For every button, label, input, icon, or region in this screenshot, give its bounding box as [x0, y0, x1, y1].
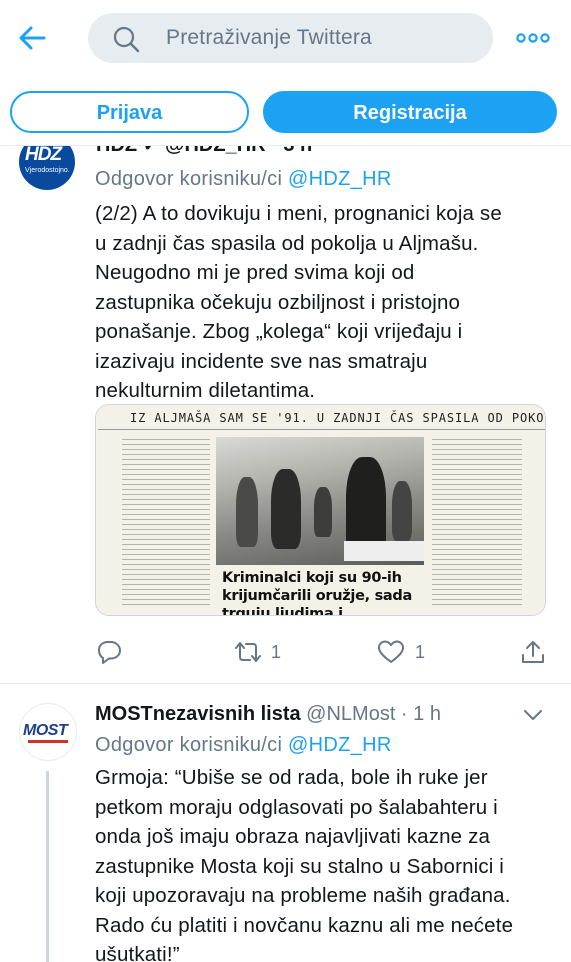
avatar-tagline: Vjerodostojno. [25, 167, 70, 174]
share-icon [522, 641, 544, 663]
avatar-stripe [28, 740, 68, 743]
tweet[interactable]: HDZ Vjerodostojno. HDZ ✓ @HDZ_HR · 3 h O… [0, 146, 571, 684]
signup-button[interactable]: Registracija [263, 91, 557, 133]
tweet-line: Neugodno mi je pred svima koji od [95, 261, 415, 284]
tweet-header: MOSTnezavisnih lista @NLMost · 1 h [95, 703, 441, 726]
more-dots-icon[interactable] [516, 26, 550, 50]
tweet-text: Grmoja: “Ubiše se od rada, bole ih ruke … [95, 763, 555, 962]
top-bar: Pretraživanje Twittera [0, 0, 571, 78]
tweet-line: koji upozoravaju na probleme naših građa… [95, 884, 511, 907]
tweet-line: u zadnji čas spasila od pokolja u Aljmaš… [95, 231, 479, 255]
retweet-icon [235, 642, 261, 662]
clipping-kicker: Kriminalci koji su 90-ih krijumčarili or… [222, 570, 412, 616]
tweet-line: ušutkati!” [95, 943, 180, 962]
newspaper-clipping: IZ ALJMAŠA SAM SE '91. U ZADNJI ČAS SPAS… [98, 405, 546, 616]
photo-caption [344, 541, 424, 561]
text-column [432, 437, 522, 605]
tweet-line: nekulturnim diletantima. [95, 379, 316, 402]
like-count: 1 [415, 642, 426, 662]
avatar-logo: HDZ [25, 146, 62, 165]
tweet[interactable]: MOST MOSTnezavisnih lista @NLMost · 1 h … [0, 685, 571, 962]
news-photo [216, 437, 424, 565]
tweet-media[interactable]: IZ ALJMAŠA SAM SE '91. U ZADNJI ČAS SPAS… [95, 404, 546, 616]
tweet-author-cut: HDZ ✓ @HDZ_HR · 3 h [96, 146, 312, 157]
login-button[interactable]: Prijava [10, 91, 249, 133]
tweet-line: (2/2) A to dovikuju i meni, prognanici k… [95, 202, 502, 225]
chevron-down-icon[interactable] [522, 707, 544, 723]
search-icon [113, 26, 140, 53]
reply-context: Odgovor korisniku/ci @HDZ_HR [95, 168, 392, 191]
display-name[interactable]: MOSTnezavisnih lista [95, 703, 301, 725]
reply-prefix: Odgovor korisniku/ci [95, 168, 283, 190]
handle-time: @NLMost · 1 h [300, 703, 441, 725]
reply-icon [98, 641, 121, 664]
tweet-text: (2/2) A to dovikuju i meni, prognanici k… [95, 199, 555, 406]
divider [98, 429, 545, 430]
tweet-line: ponašanje. Zbog „kolega“ koji vrijeđaju … [95, 320, 463, 343]
reply-context: Odgovor korisniku/ci @HDZ_HR [95, 734, 392, 757]
heart-icon [378, 640, 404, 663]
avatar[interactable]: HDZ Vjerodostojno. [19, 146, 75, 190]
search-placeholder: Pretraživanje Twittera [166, 26, 372, 49]
tweet-line: zastupnike Mosta koji su stalno u Saborn… [95, 854, 504, 878]
search-input[interactable]: Pretraživanje Twittera [88, 13, 493, 63]
avatar-logo: MOST [23, 722, 68, 739]
reply-handle-link[interactable]: @HDZ_HR [288, 168, 392, 190]
tweet-line: izazivaju incidente sve nas smatraju [95, 349, 428, 373]
back-arrow-icon[interactable] [14, 20, 50, 56]
reply-handle-link[interactable]: @HDZ_HR [288, 734, 392, 756]
thread-line [46, 771, 49, 962]
tweet-line: Grmoja: “Ubiše se od rada, bole ih ruke … [95, 766, 488, 789]
avatar[interactable]: MOST [19, 703, 77, 761]
tweet-line: zastupnika očekuju ozbiljnost i pristojn… [95, 290, 461, 314]
auth-bar: Prijava Registracija [0, 78, 571, 146]
retweet-count: 1 [271, 642, 282, 662]
text-column [122, 437, 210, 605]
tweet-line: Rado ću platiti i novčanu kaznu ali me n… [95, 913, 514, 937]
tweet-line: petkom moraju odglasovati po šalabahteru… [95, 795, 498, 819]
tweet-line: onda još imaju obraza najavljivati kazne… [95, 825, 491, 848]
reply-prefix: Odgovor korisniku/ci [95, 734, 283, 756]
clipping-headline: IZ ALJMAŠA SAM SE '91. U ZADNJI ČAS SPAS… [130, 411, 546, 425]
tweet-actions: 1 1 [95, 634, 555, 670]
